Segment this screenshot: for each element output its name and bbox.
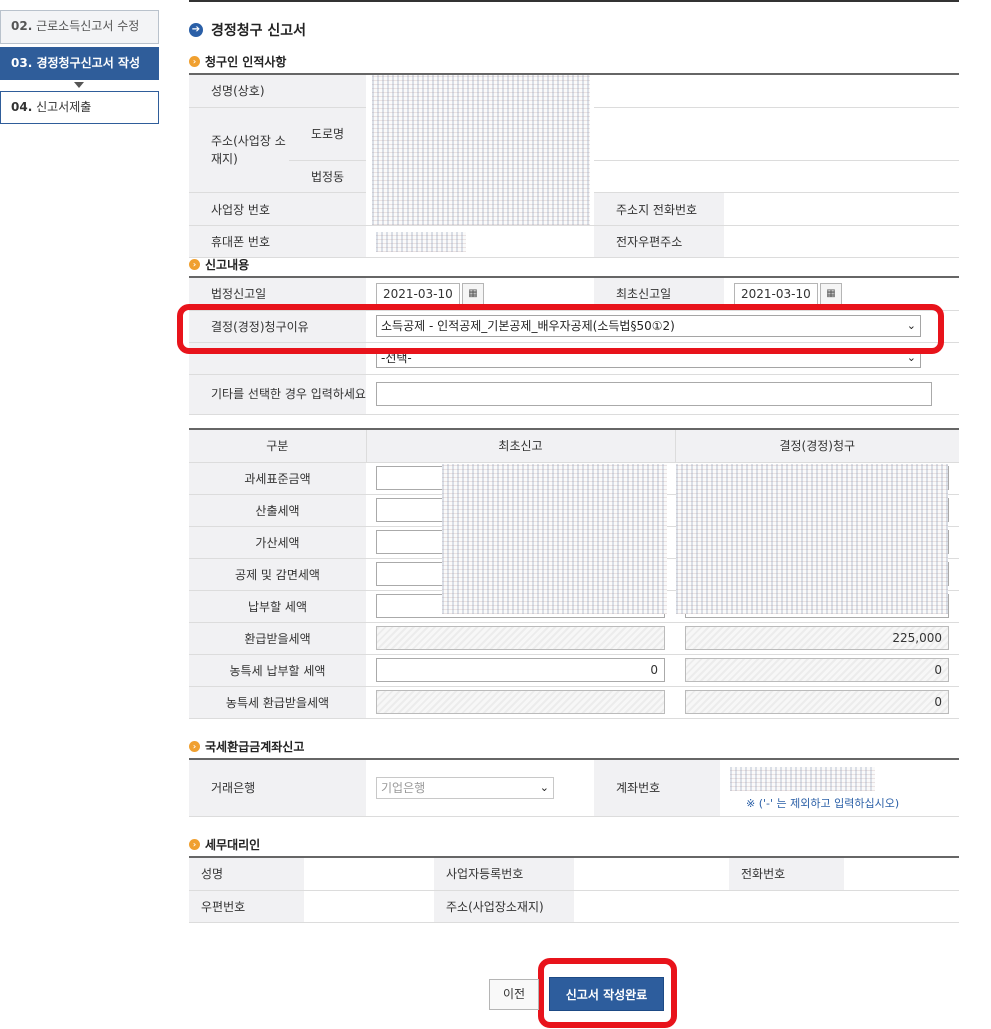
legal-date-input[interactable]: 2021-03-10 xyxy=(376,282,460,305)
road-value-ext xyxy=(594,107,959,161)
section-report-text: 신고내용 xyxy=(205,258,250,272)
first-readonly xyxy=(376,690,665,714)
first-cell: 0 xyxy=(366,654,675,687)
bullet-arrow-icon: › xyxy=(189,741,200,752)
row-label: 농특세 환급받을세액 xyxy=(189,686,366,719)
bank-select[interactable]: 기업은행 ⌄ xyxy=(376,776,554,799)
bullet-arrow-icon: › xyxy=(189,259,200,270)
mobile-label: 휴대폰 번호 xyxy=(189,225,366,258)
agent-phone-value xyxy=(844,857,959,891)
prev-button[interactable]: 이전 xyxy=(489,979,539,1010)
section-agent-text: 세무대리인 xyxy=(205,838,261,852)
name-value-ext xyxy=(594,74,959,108)
first-date-input[interactable]: 2021-03-10 xyxy=(734,282,818,305)
row-label: 과세표준금액 xyxy=(189,462,366,495)
step-04-number: 04. xyxy=(11,100,33,114)
claimant-table: 성명(상호) 주소(사업장 소재지) 도로명 법정동 사업장 번호 주소지 전화… xyxy=(189,73,959,258)
lot-value-ext xyxy=(594,160,959,193)
row-label: 산출세액 xyxy=(189,494,366,527)
claim-cell: 0 xyxy=(675,654,959,687)
other-label: 기타를 선택한 경우 입력하세요 xyxy=(189,374,366,415)
page-title: ➔ 경정청구 신고서 xyxy=(189,20,306,40)
top-divider xyxy=(189,0,959,2)
lot-label: 법정동 xyxy=(289,160,366,193)
bank-cell: 기업은행 ⌄ xyxy=(366,759,594,817)
claim-readonly: 225,000 xyxy=(685,626,949,650)
bank-select-value: 기업은행 xyxy=(381,780,426,795)
first-cell xyxy=(366,622,675,655)
agent-address-value xyxy=(574,890,959,923)
agent-zip-value xyxy=(304,890,434,923)
account-note: ※ ('-' 는 제외하고 입력하십시오) xyxy=(746,796,900,810)
address-label: 주소(사업장 소재지) xyxy=(189,107,289,193)
row-label: 가산세액 xyxy=(189,526,366,559)
name-label: 성명(상호) xyxy=(189,74,366,108)
section-claimant-title: › 청구인 인적사항 xyxy=(189,53,286,70)
step-04-label: 신고서제출 xyxy=(36,100,92,114)
step-03-label: 경정청구신고서 작성 xyxy=(36,56,140,70)
section-refund-text: 국세환급금계좌신고 xyxy=(205,740,305,754)
email-value xyxy=(724,225,959,258)
first-cell xyxy=(366,686,675,719)
row-label: 공제 및 감면세액 xyxy=(189,558,366,591)
first-input[interactable]: 0 xyxy=(376,658,665,682)
agent-name-value xyxy=(304,857,434,891)
header-category: 구분 xyxy=(189,429,366,463)
claim-cell: 0 xyxy=(675,686,959,719)
step-02-label: 근로소득신고서 수정 xyxy=(36,19,140,33)
bullet-arrow-icon: › xyxy=(189,56,200,67)
section-report-title: › 신고내용 xyxy=(189,256,249,273)
mobile-value xyxy=(366,225,594,258)
phone-value xyxy=(724,192,959,226)
step-03-number: 03. xyxy=(11,56,33,70)
agent-address-label: 주소(사업장소재지) xyxy=(434,890,574,923)
amounts-redacted-first xyxy=(442,464,667,614)
phone-label: 주소지 전화번호 xyxy=(594,192,724,226)
section-agent-title: › 세무대리인 xyxy=(189,836,260,853)
claim-cell: 225,000 xyxy=(675,622,959,655)
step-02[interactable]: 02. 근로소득신고서 수정 xyxy=(0,10,159,44)
claimant-redacted-block xyxy=(366,74,594,226)
account-cell: ※ ('-' 는 제외하고 입력하십시오) xyxy=(720,759,959,817)
agent-phone-label: 전화번호 xyxy=(729,857,844,891)
complete-button[interactable]: 신고서 작성완료 xyxy=(549,977,664,1011)
row-label: 농특세 납부할 세액 xyxy=(189,654,366,687)
agent-name-label: 성명 xyxy=(189,857,304,891)
other-input[interactable] xyxy=(376,382,932,406)
claim-readonly: 0 xyxy=(685,658,949,682)
first-readonly xyxy=(376,626,665,650)
row-label: 납부할 세액 xyxy=(189,590,366,623)
road-label: 도로명 xyxy=(289,107,366,161)
calendar-icon[interactable]: ▦ xyxy=(820,282,842,305)
chevron-down-icon: ⌄ xyxy=(539,780,549,794)
other-cell xyxy=(366,374,959,415)
header-first: 최초신고 xyxy=(365,429,675,463)
bullet-arrow-icon: › xyxy=(189,839,200,850)
bank-label: 거래은행 xyxy=(189,759,366,817)
step-04[interactable]: 04. 신고서제출 xyxy=(0,91,159,124)
agent-table: 성명 사업자등록번호 전화번호 우편번호 주소(사업장소재지) xyxy=(189,856,959,923)
page-title-text: 경정청구 신고서 xyxy=(211,23,307,39)
step-arrow-down-icon xyxy=(74,82,84,88)
step-03-active[interactable]: 03. 경정청구신고서 작성 xyxy=(0,47,159,80)
calendar-icon[interactable]: ▦ xyxy=(462,282,484,305)
row-label: 환급받을세액 xyxy=(189,622,366,655)
agent-bizreg-label: 사업자등록번호 xyxy=(434,857,574,891)
highlight-reason xyxy=(177,304,944,354)
amounts-redacted-claim xyxy=(676,464,948,614)
arrow-right-circle-icon: ➔ xyxy=(189,23,203,37)
step-02-number: 02. xyxy=(11,19,33,33)
agent-bizreg-value xyxy=(574,857,729,891)
email-label: 전자우편주소 xyxy=(594,225,724,258)
biz-no-label: 사업장 번호 xyxy=(189,192,366,226)
section-refund-title: › 국세환급금계좌신고 xyxy=(189,738,304,755)
section-claimant-text: 청구인 인적사항 xyxy=(205,55,287,69)
account-label: 계좌번호 xyxy=(594,759,720,817)
refund-table: 거래은행 기업은행 ⌄ 계좌번호 ※ ('-' 는 제외하고 입력하십시오) xyxy=(189,758,959,817)
claim-readonly: 0 xyxy=(685,690,949,714)
agent-zip-label: 우편번호 xyxy=(189,890,304,923)
account-redacted xyxy=(730,766,875,791)
header-claim: 결정(경정)청구 xyxy=(674,429,959,463)
